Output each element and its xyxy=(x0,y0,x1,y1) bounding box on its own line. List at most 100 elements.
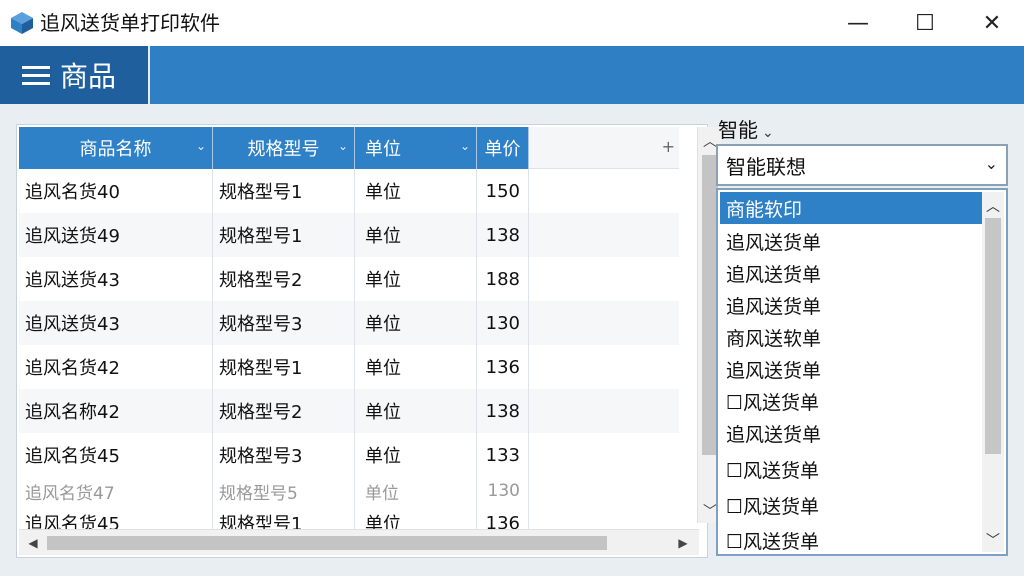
grid-rows: 追风名货40 规格型号1 单位 150 追风送货49 规格型号1 单位 138 … xyxy=(19,169,679,541)
smart-suggest-combo[interactable]: 智能联想 ⌄ xyxy=(716,144,1008,186)
list-item[interactable]: 商能软印 xyxy=(720,192,982,224)
scroll-down-icon[interactable]: ﹀ xyxy=(982,528,1004,552)
chevron-down-icon: ⌄ xyxy=(762,125,774,141)
add-column-icon[interactable]: + xyxy=(662,137,675,156)
cell-price[interactable]: 133 xyxy=(477,433,529,477)
window-title: 追风送货单打印软件 xyxy=(40,11,220,35)
column-header-unit[interactable]: 单位 ⌄ xyxy=(355,127,477,169)
list-item[interactable]: 追风送货单 xyxy=(720,353,982,385)
title-bar: 追风送货单打印软件 — ☐ ✕ xyxy=(0,0,1024,46)
cell-spec[interactable]: 规格型号2 xyxy=(213,257,355,301)
column-header-label: 规格型号 xyxy=(247,139,320,160)
combo-value: 智能联想 xyxy=(726,154,806,179)
table-row[interactable]: 追风名称42 规格型号2 单位 138 xyxy=(19,389,679,433)
table-row[interactable]: 追风名货45 规格型号3 单位 133 xyxy=(19,433,679,477)
list-item[interactable]: 追风送货单 xyxy=(720,417,982,449)
list-item[interactable]: 追风送货单 xyxy=(720,225,982,257)
cell-name[interactable]: 追风名货45 xyxy=(19,433,213,477)
cell-spec[interactable]: 规格型号1 xyxy=(213,345,355,389)
cell-empty xyxy=(529,433,679,477)
cell-empty xyxy=(529,169,679,213)
chevron-down-icon[interactable]: ⌄ xyxy=(338,139,348,153)
cell-price[interactable]: 188 xyxy=(477,257,529,301)
list-item[interactable]: ☐风送货单 xyxy=(720,385,982,417)
table-row[interactable]: 追风送货43 规格型号2 单位 188 xyxy=(19,257,679,301)
column-header-label: 单价 xyxy=(484,139,521,160)
table-row[interactable]: 追风送货43 规格型号3 单位 130 xyxy=(19,301,679,345)
cell-price[interactable]: 136 xyxy=(477,345,529,389)
list-item[interactable]: ☐风送货单 xyxy=(720,453,982,485)
list-vertical-scrollbar[interactable]: ︿ ﹀ xyxy=(982,192,1004,552)
list-item[interactable]: ☐风送货单 xyxy=(720,524,982,556)
cell-name[interactable]: 追风送货43 xyxy=(19,257,213,301)
cell-empty xyxy=(529,345,679,389)
list-item[interactable]: 追风送货单 xyxy=(720,289,982,321)
cell-name[interactable]: 追风名货42 xyxy=(19,345,213,389)
scroll-up-icon[interactable]: ︿ xyxy=(982,194,1004,218)
cell-price[interactable]: 130 xyxy=(477,301,529,345)
cell-name[interactable]: 追风送货49 xyxy=(19,213,213,257)
cell-price[interactable]: 150 xyxy=(477,169,529,213)
column-header-label: 商品名称 xyxy=(79,139,152,160)
cell-name[interactable]: 追风名货40 xyxy=(19,169,213,213)
cell-unit[interactable]: 单位 xyxy=(355,345,477,389)
column-header-price[interactable]: 单价 xyxy=(477,127,529,169)
maximize-button[interactable]: ☐ xyxy=(895,0,955,46)
table-row[interactable]: 追风名货40 规格型号1 单位 150 xyxy=(19,169,679,213)
scroll-left-icon[interactable]: ◀ xyxy=(21,530,45,556)
list-item[interactable]: ☐风送货单 xyxy=(720,489,982,521)
minimize-button[interactable]: — xyxy=(828,0,888,46)
chevron-down-icon[interactable]: ⌄ xyxy=(460,139,470,153)
scroll-right-icon[interactable]: ▶ xyxy=(671,530,695,556)
list-item[interactable]: 追风送货单 xyxy=(720,257,982,289)
cell-spec[interactable]: 规格型号2 xyxy=(213,389,355,433)
cell-price[interactable]: 138 xyxy=(477,213,529,257)
cell-unit[interactable]: 单位 xyxy=(355,213,477,257)
cell-price[interactable]: 138 xyxy=(477,389,529,433)
cell-spec[interactable]: 规格型号1 xyxy=(213,213,355,257)
column-header-label: 单位 xyxy=(365,139,401,160)
cell-unit[interactable]: 单位 xyxy=(355,257,477,301)
cell-price[interactable]: 130 xyxy=(477,477,529,505)
cell-empty xyxy=(529,477,679,505)
cell-spec[interactable]: 规格型号5 xyxy=(213,477,355,505)
cell-spec[interactable]: 规格型号1 xyxy=(213,169,355,213)
product-grid: 商品名称 ⌄ 规格型号 ⌄ 单位 ⌄ 单价 + 追风名货40 规格型号1 单位 … xyxy=(16,124,721,558)
table-row[interactable]: 追风名货42 规格型号1 单位 136 xyxy=(19,345,679,389)
column-header-spec[interactable]: 规格型号 ⌄ xyxy=(213,127,355,169)
cell-unit[interactable]: 单位 xyxy=(355,169,477,213)
scroll-thumb[interactable] xyxy=(985,218,1001,454)
column-header-name[interactable]: 商品名称 ⌄ xyxy=(19,127,213,169)
cell-unit[interactable]: 单位 xyxy=(355,477,477,505)
cell-spec[interactable]: 规格型号3 xyxy=(213,301,355,345)
chevron-down-icon[interactable]: ⌄ xyxy=(985,154,998,173)
cell-spec[interactable]: 规格型号3 xyxy=(213,433,355,477)
scroll-thumb[interactable] xyxy=(47,536,607,550)
cell-name[interactable]: 追风送货43 xyxy=(19,301,213,345)
mode-dropdown[interactable]: 智能 ⌄ xyxy=(718,114,774,143)
chevron-down-icon[interactable]: ⌄ xyxy=(196,139,206,153)
header-band xyxy=(0,46,1024,104)
column-header-empty: + xyxy=(529,127,679,169)
cell-unit[interactable]: 单位 xyxy=(355,301,477,345)
mode-label: 智能 xyxy=(718,118,758,142)
cell-unit[interactable]: 单位 xyxy=(355,433,477,477)
list-item[interactable]: 商风送软单 xyxy=(720,321,982,353)
grid-header: 商品名称 ⌄ 规格型号 ⌄ 单位 ⌄ 单价 + xyxy=(19,127,679,169)
menu-tab-products[interactable]: 商品 xyxy=(0,46,150,104)
close-button[interactable]: ✕ xyxy=(962,0,1022,46)
table-row[interactable]: 追风送货49 规格型号1 单位 138 xyxy=(19,213,679,257)
grid-horizontal-scrollbar[interactable]: ◀ ▶ xyxy=(19,529,699,555)
app-logo-icon xyxy=(11,12,33,34)
suggestion-list[interactable]: 商能软印 追风送货单 追风送货单 追风送货单 商风送软单 追风送货单 ☐风送货单… xyxy=(716,188,1008,556)
cell-empty xyxy=(529,389,679,433)
cell-empty xyxy=(529,301,679,345)
cell-unit[interactable]: 单位 xyxy=(355,389,477,433)
cell-name[interactable]: 追风名货47 xyxy=(19,477,213,505)
cell-name[interactable]: 追风名称42 xyxy=(19,389,213,433)
table-row[interactable]: 追风名货47 规格型号5 单位 130 xyxy=(19,477,679,505)
cell-empty xyxy=(529,213,679,257)
cell-empty xyxy=(529,257,679,301)
menu-tab-label: 商品 xyxy=(60,60,117,93)
hamburger-menu-icon xyxy=(22,64,52,86)
